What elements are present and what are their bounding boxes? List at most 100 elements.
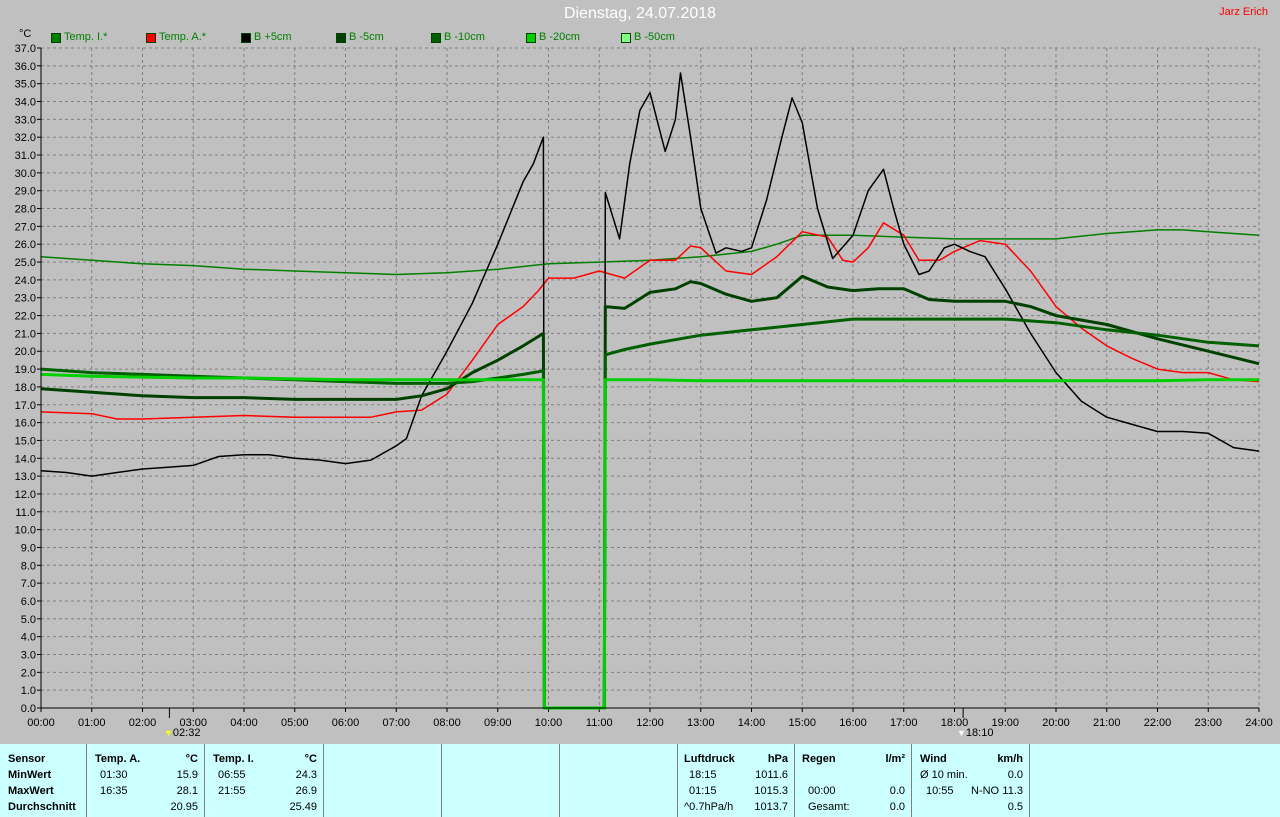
y-tick-label: 17.0 bbox=[15, 400, 36, 412]
pressure-r1-val: 1011.6 bbox=[755, 769, 788, 781]
temp-i-max-val: 26.9 bbox=[295, 785, 317, 797]
y-tick-label: 14.0 bbox=[15, 453, 36, 465]
legend-label-temp-i: Temp. I.* bbox=[64, 31, 108, 43]
temp-a-column: Temp. A. °C 01:30 15.9 16:35 28.1 20.95 bbox=[87, 744, 205, 817]
sensor-header: Sensor bbox=[8, 753, 46, 765]
sunrise-time: 02:32 bbox=[172, 727, 201, 739]
y-tick-label: 27.0 bbox=[15, 221, 36, 233]
temp-a-avg-val: 20.95 bbox=[170, 801, 198, 813]
temp-a-min-val: 15.9 bbox=[176, 769, 198, 781]
temp-a-min-time: 01:30 bbox=[100, 769, 128, 781]
temp-i-min-val: 24.3 bbox=[295, 769, 317, 781]
temp-i-max-time: 21:55 bbox=[218, 785, 246, 797]
temperature-chart: 0.0 1.0 2.0 3.0 4.0 5.0 6.0 7.0 8.0 9.0 10.0 11.0 12… bbox=[15, 43, 1273, 729]
y-tick-label: 9.0 bbox=[21, 542, 36, 554]
y-axis-unit: °C bbox=[19, 28, 32, 40]
chart-title: Dienstag, 24.07.2018 bbox=[563, 5, 717, 22]
sunrise-icon: ▼ bbox=[164, 728, 173, 738]
legend-label-b5: B +5cm bbox=[254, 31, 292, 43]
y-tick-label: 8.0 bbox=[21, 560, 36, 572]
temp-i-column: Temp. I. °C 06:55 24.3 21:55 26.9 25.49 bbox=[205, 744, 324, 817]
y-tick-label: 23.0 bbox=[15, 293, 36, 305]
rain-unit: l/m² bbox=[885, 753, 905, 765]
legend-label-temp-a: Temp. A.* bbox=[159, 31, 207, 43]
x-tick-label: 14:00 bbox=[738, 717, 766, 729]
temp-i-header: Temp. I. bbox=[213, 753, 254, 765]
temp-a-unit: °C bbox=[185, 753, 198, 765]
temp-i-min-time: 06:55 bbox=[218, 769, 246, 781]
sunset-time: 18:10 bbox=[965, 727, 994, 739]
legend-label-b-10: B -10cm bbox=[444, 31, 485, 43]
y-tick-label: 3.0 bbox=[21, 649, 36, 661]
x-tick-label: 20:00 bbox=[1042, 717, 1070, 729]
pressure-unit: hPa bbox=[767, 753, 788, 765]
temp-a-max-val: 28.1 bbox=[176, 785, 198, 797]
empty-column-1 bbox=[324, 744, 442, 817]
y-tick-label: 20.0 bbox=[15, 346, 36, 358]
legend-swatch-b-5 bbox=[336, 33, 346, 43]
temp-a-header: Temp. A. bbox=[95, 753, 141, 765]
x-axis-ticks: 00:00 01:00 02:00 03:00 04:00 05:00 06:00 07:00… bbox=[27, 708, 1273, 729]
x-tick-label: 22:00 bbox=[1144, 717, 1172, 729]
minwert-label: MinWert bbox=[8, 769, 52, 781]
wind-r2-val: 11.3 bbox=[1002, 785, 1023, 797]
y-tick-label: 11.0 bbox=[15, 507, 36, 519]
y-tick-label: 2.0 bbox=[21, 667, 36, 679]
rain-r3-val: 0.0 bbox=[889, 801, 905, 813]
pressure-r1-time: 18:15 bbox=[689, 769, 717, 781]
durchschnitt-label: Durchschnitt bbox=[8, 801, 76, 813]
y-tick-label: 1.0 bbox=[21, 685, 36, 697]
y-tick-label: 13.0 bbox=[15, 471, 36, 483]
x-tick-label: 12:00 bbox=[636, 717, 664, 729]
wind-r1-label: Ø 10 min. bbox=[920, 769, 968, 781]
sensor-column: Sensor MinWert MaxWert Durchschnitt bbox=[0, 744, 87, 817]
legend-label-b-5: B -5cm bbox=[349, 31, 384, 43]
rain-total-label: Gesamt: bbox=[808, 801, 850, 813]
sunset-marker: ▼18:10 bbox=[957, 727, 993, 739]
x-tick-label: 16:00 bbox=[839, 717, 867, 729]
wind-header: Wind bbox=[920, 753, 947, 765]
x-tick-label: 10:00 bbox=[535, 717, 563, 729]
legend-swatch-b-50 bbox=[621, 33, 631, 43]
y-tick-label: 12.0 bbox=[15, 489, 36, 501]
empty-column-3 bbox=[560, 744, 678, 817]
y-tick-label: 15.0 bbox=[15, 435, 36, 447]
y-tick-label: 22.0 bbox=[15, 311, 36, 323]
wind-unit: km/h bbox=[997, 753, 1023, 765]
summary-panel: Sensor MinWert MaxWert Durchschnitt Temp… bbox=[0, 744, 1280, 817]
y-tick-label: 29.0 bbox=[15, 186, 36, 198]
wind-r3-val: 0.5 bbox=[1007, 801, 1023, 813]
x-tick-label: 06:00 bbox=[332, 717, 360, 729]
y-tick-label: 5.0 bbox=[21, 614, 36, 626]
x-tick-label: 21:00 bbox=[1093, 717, 1121, 729]
x-tick-label: 24:00 bbox=[1245, 717, 1273, 729]
y-tick-label: 32.0 bbox=[15, 132, 36, 144]
legend-swatch-temp-a bbox=[146, 33, 156, 43]
x-tick-label: 11:00 bbox=[586, 717, 613, 729]
y-tick-label: 21.0 bbox=[15, 328, 36, 340]
y-tick-label: 24.0 bbox=[15, 275, 36, 287]
y-tick-label: 19.0 bbox=[15, 364, 36, 376]
x-tick-label: 01:00 bbox=[78, 717, 106, 729]
sunset-icon: ▼ bbox=[957, 728, 966, 738]
y-tick-label: 6.0 bbox=[21, 596, 36, 608]
x-tick-label: 15:00 bbox=[788, 717, 816, 729]
y-tick-label: 33.0 bbox=[15, 114, 36, 126]
y-tick-label: 28.0 bbox=[15, 204, 36, 216]
y-tick-label: 18.0 bbox=[15, 382, 36, 394]
pressure-r2-time: 01:15 bbox=[689, 785, 717, 797]
rain-r2-time: 00:00 bbox=[808, 785, 836, 797]
legend-label-b-50: B -50cm bbox=[634, 31, 675, 43]
x-tick-label: 08:00 bbox=[433, 717, 461, 729]
x-tick-label: 04:00 bbox=[230, 717, 258, 729]
pressure-header: Luftdruck bbox=[684, 753, 735, 765]
wind-r1-val: 0.0 bbox=[1007, 769, 1023, 781]
y-tick-label: 35.0 bbox=[15, 79, 36, 91]
author-label: Jarz Erich bbox=[1219, 6, 1268, 18]
x-tick-label: 02:00 bbox=[129, 717, 157, 729]
pressure-r2-val: 1015.3 bbox=[754, 785, 788, 797]
x-tick-label: 19:00 bbox=[991, 717, 1019, 729]
y-tick-label: 10.0 bbox=[15, 525, 36, 537]
empty-column-2 bbox=[442, 744, 560, 817]
pressure-column: Luftdruck hPa 18:15 1011.6 01:15 1015.3 … bbox=[678, 744, 795, 817]
